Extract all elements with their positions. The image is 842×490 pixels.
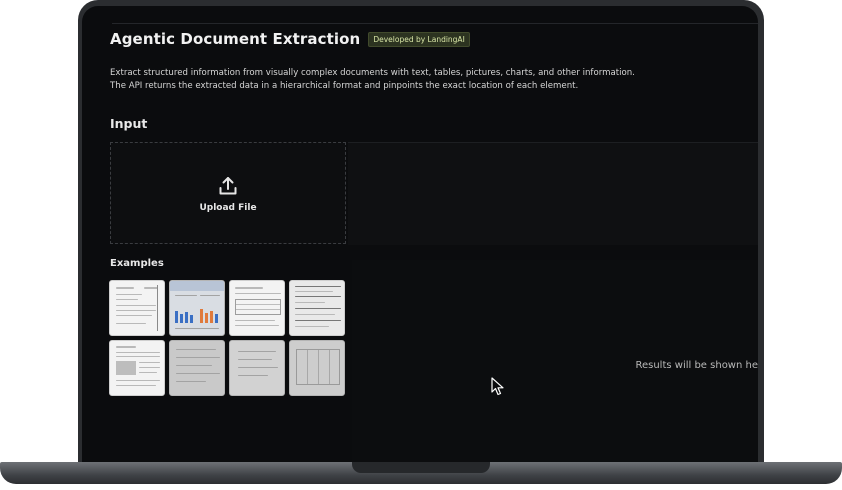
top-divider bbox=[112, 23, 758, 24]
chart-bar bbox=[215, 314, 218, 323]
doc-line bbox=[295, 302, 325, 303]
doc-line bbox=[116, 352, 160, 353]
doc-line bbox=[176, 381, 206, 382]
doc-line bbox=[200, 295, 220, 296]
doc-line bbox=[116, 294, 142, 295]
doc-line bbox=[295, 314, 335, 315]
doc-line bbox=[238, 351, 276, 352]
doc-line bbox=[116, 380, 160, 381]
doc-line bbox=[176, 365, 212, 366]
description-line-1: Extract structured information from visu… bbox=[110, 68, 635, 78]
example-thumbnail-scanned-table[interactable] bbox=[289, 340, 345, 396]
doc-line bbox=[144, 287, 158, 289]
doc-rule bbox=[157, 285, 158, 331]
doc-line bbox=[235, 325, 279, 326]
doc-line bbox=[116, 287, 134, 289]
doc-line bbox=[238, 367, 278, 368]
upload-content: Upload File bbox=[111, 175, 345, 213]
results-placeholder: Results will be shown he bbox=[635, 360, 758, 371]
doc-line bbox=[235, 320, 275, 321]
doc-line bbox=[235, 293, 281, 294]
doc-line bbox=[116, 315, 152, 316]
chart-bar bbox=[210, 311, 213, 323]
doc-line bbox=[176, 349, 216, 350]
doc-line bbox=[139, 367, 160, 368]
chart-bar bbox=[180, 314, 183, 323]
chart-bar bbox=[205, 313, 208, 323]
upload-dropzone[interactable]: Upload File bbox=[110, 142, 346, 244]
example-thumbnail-form[interactable] bbox=[289, 280, 345, 336]
background-panel bbox=[348, 142, 758, 245]
doc-line bbox=[139, 362, 160, 363]
doc-line bbox=[295, 308, 341, 309]
doc-line bbox=[175, 328, 219, 329]
chart-bar bbox=[190, 315, 193, 323]
doc-line bbox=[116, 385, 156, 386]
doc-line bbox=[238, 375, 268, 376]
laptop-notch bbox=[352, 462, 490, 473]
developer-badge: Developed by LandingAI bbox=[368, 31, 470, 47]
upload-file-label: Upload File bbox=[199, 203, 257, 213]
doc-table bbox=[296, 349, 340, 385]
doc-line bbox=[176, 373, 220, 374]
chart-bar bbox=[185, 312, 188, 323]
chart-header-band bbox=[170, 281, 224, 291]
example-thumbnail-bar-chart[interactable] bbox=[169, 280, 225, 336]
app-description: Extract structured information from visu… bbox=[110, 67, 635, 93]
app-title: Agentic Document Extraction bbox=[110, 30, 361, 48]
example-thumbnail-paper[interactable] bbox=[109, 340, 165, 396]
doc-line bbox=[295, 320, 341, 321]
example-thumbnail-handwritten[interactable] bbox=[169, 340, 225, 396]
description-line-2: The API returns the extracted data in a … bbox=[110, 81, 579, 91]
examples-grid bbox=[109, 280, 345, 396]
doc-line bbox=[176, 357, 220, 358]
doc-line bbox=[116, 356, 160, 357]
doc-line bbox=[116, 310, 156, 311]
doc-line bbox=[116, 323, 146, 324]
app-header: Agentic Document Extraction Developed by… bbox=[110, 30, 470, 48]
doc-figure bbox=[116, 361, 136, 375]
doc-line bbox=[295, 326, 329, 327]
mouse-cursor-icon bbox=[491, 377, 504, 396]
app-screen: Agentic Document Extraction Developed by… bbox=[82, 6, 758, 466]
example-thumbnail-scanned-page[interactable] bbox=[229, 340, 285, 396]
doc-line bbox=[175, 295, 197, 296]
input-section-title: Input bbox=[110, 116, 148, 131]
example-thumbnail-table[interactable] bbox=[229, 280, 285, 336]
doc-line bbox=[295, 286, 341, 287]
doc-line bbox=[295, 291, 333, 292]
upload-icon bbox=[219, 177, 237, 195]
doc-table bbox=[235, 299, 281, 315]
doc-line bbox=[139, 372, 157, 373]
doc-line bbox=[235, 287, 263, 289]
chart-bar bbox=[200, 309, 203, 323]
example-thumbnail-invoice[interactable] bbox=[109, 280, 165, 336]
chart-bar bbox=[175, 311, 178, 323]
doc-line bbox=[116, 346, 136, 348]
doc-line bbox=[238, 359, 272, 360]
examples-title: Examples bbox=[110, 258, 164, 269]
doc-line bbox=[116, 305, 156, 306]
doc-line bbox=[116, 299, 138, 300]
doc-line bbox=[295, 296, 341, 297]
